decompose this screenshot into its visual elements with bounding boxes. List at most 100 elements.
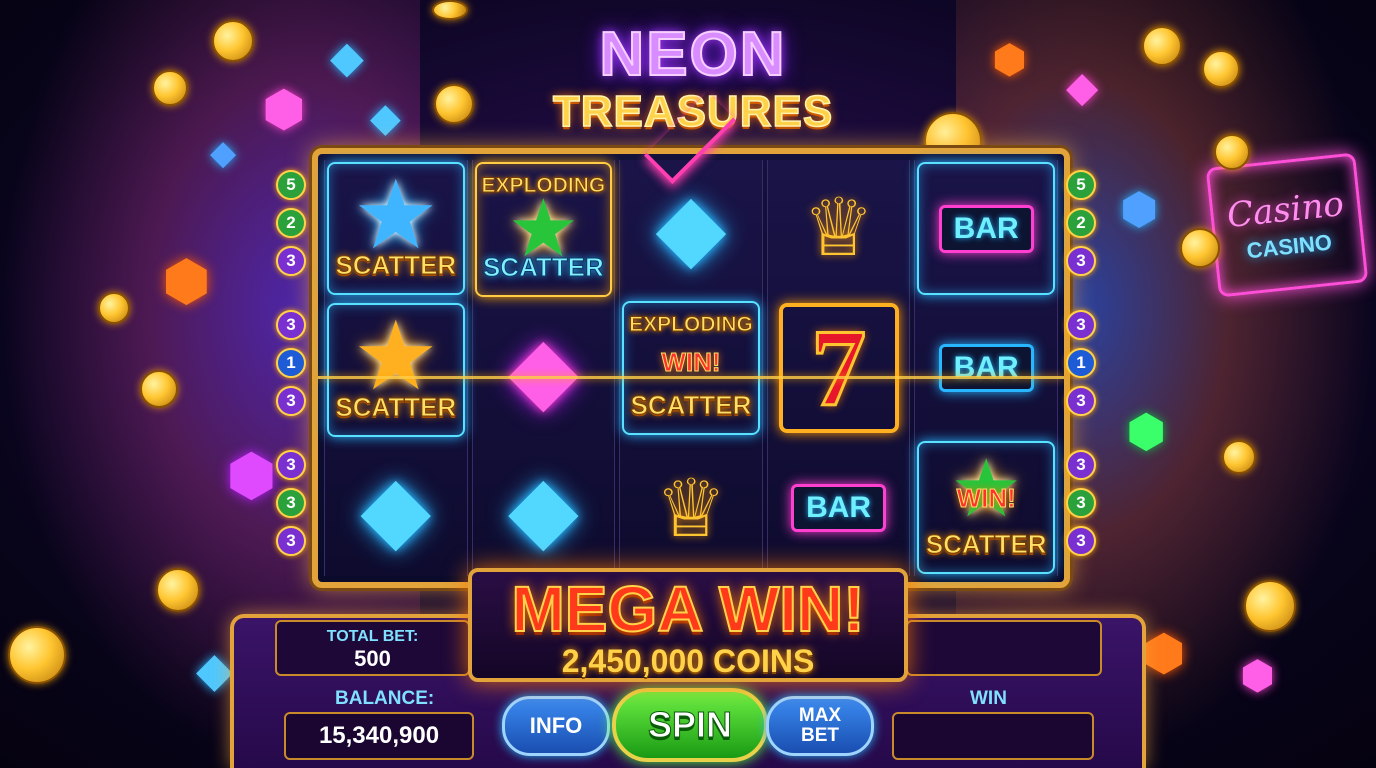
reel-cell-diamond: ◆ [475,305,613,436]
max-bet-button[interactable]: MAX BET [766,696,874,756]
right-info-box [906,620,1102,676]
reel-cell-crown: ♕ [770,162,908,294]
reel-cell-diamond: ◆ [327,445,465,574]
scatter-label: SCATTER [630,390,752,421]
reel-1: ★ SCATTER ★ SCATTER ◆ [324,160,468,576]
coin-icon [156,568,200,612]
payline-badge[interactable]: 5 [1066,170,1096,200]
blue-diamond-icon: ◆ [508,454,579,562]
payline-badge[interactable]: 3 [276,450,306,480]
reel-cell-win-scatter: ★ WIN! SCATTER [917,440,1055,574]
blue-gem-icon: ⬢ [1120,184,1159,235]
reel-cell-exploding-scatter: EXPLODING ★ SCATTER [474,162,613,297]
blue-gem-icon: ◆ [370,95,401,141]
payline-badges-right: 5 2 3 3 1 3 3 3 3 [1066,170,1100,564]
info-button[interactable]: INFO [502,696,610,756]
scatter-label: SCATTER [925,528,1047,559]
payline-badge[interactable]: 3 [1066,310,1096,340]
coin-icon [1180,228,1220,268]
blue-star-icon: ★ [352,158,439,271]
reel-cell-bar: BAR [917,303,1055,432]
payline-badge[interactable]: 3 [276,488,306,518]
payline-badge[interactable]: 2 [276,208,306,238]
coin-icon [8,626,66,684]
scatter-label: SCATTER [335,391,457,422]
reel-cell-scatter: ★ SCATTER [327,299,465,437]
orange-gem-icon: ⬢ [162,249,211,314]
reels: ★ SCATTER ★ SCATTER ◆ EXPLODING ★ SCATTE… [324,160,1058,576]
pink-diamond-icon: ◆ [508,316,579,423]
scatter-label: SCATTER [335,250,457,281]
payline-badge[interactable]: 3 [276,526,306,556]
payline-badge[interactable]: 3 [1066,488,1096,518]
seven-frame: 7 [778,303,899,433]
winning-payline [318,376,1064,379]
reel-cell-crown: ♕ [622,443,760,574]
casino-neon-sign: Casino CASINO [1205,152,1369,298]
payline-badge[interactable]: 3 [1066,246,1096,276]
max-bet-label-line1: MAX [798,705,842,726]
reel-cell-scatter: ★ SCATTER [327,158,465,296]
win-label: WIN! [956,482,1016,513]
balance-value: 15,340,900 [284,712,474,760]
coin-icon [1214,134,1250,170]
coin-icon [1244,580,1296,632]
payline-badge[interactable]: 3 [276,246,306,276]
crown-icon: ♕ [655,461,727,555]
payline-badge[interactable]: 2 [1066,208,1096,238]
casino-sign-word: CASINO [1245,229,1334,264]
coin-icon [434,84,474,124]
coin-icon [140,370,178,408]
payline-badge[interactable]: 1 [1066,348,1096,378]
payline-badge[interactable]: 3 [276,386,306,416]
reel-cell-bar: BAR [917,162,1055,296]
total-bet-display: TOTAL BET: 500 [275,620,470,676]
blue-gem-icon: ◆ [210,133,237,173]
reel-frame: ★ SCATTER ★ SCATTER ◆ EXPLODING ★ SCATTE… [312,148,1070,588]
blue-gem-icon: ◆ [330,32,364,83]
mega-win-banner: MEGA WIN! 2,450,000 COINS [468,568,908,682]
crown-icon: ♕ [802,181,875,274]
pink-gem-icon: ⬢ [1240,653,1275,699]
coin-icon [432,0,468,20]
blue-diamond-icon: ◆ [655,173,727,281]
pink-gem-icon: ⬢ [262,80,306,138]
reel-3: ◆ EXPLODING WIN! SCATTER ♕ [619,160,763,576]
orange-gem-icon: ⬢ [1142,624,1186,682]
blue-gem-icon: ◆ [196,642,233,698]
exploding-label: EXPLODING [629,312,754,336]
max-bet-label-line2: BET [800,725,839,746]
payline-badge[interactable]: 3 [276,310,306,340]
green-gem-icon: ⬢ [1126,404,1167,458]
win-value [892,712,1094,760]
spin-button[interactable]: SPIN [612,688,768,762]
payline-badge[interactable]: 3 [1066,526,1096,556]
reel-cell-diamond: ◆ [622,162,760,293]
payline-badge[interactable]: 5 [276,170,306,200]
payline-badge[interactable]: 3 [1066,386,1096,416]
scatter-label: SCATTER [482,251,604,282]
bar-symbol: BAR [938,204,1034,253]
payline-badge[interactable]: 3 [1066,450,1096,480]
balance-label: BALANCE: [335,688,435,709]
gold-star-icon: ★ [352,299,439,412]
total-bet-value: 500 [354,646,391,671]
reel-cell-bar: BAR [770,442,908,574]
reel-cell-diamond: ◆ [475,443,613,574]
total-bet-label: TOTAL BET: [326,628,419,645]
mega-win-amount: 2,450,000 COINS [561,643,815,679]
exploding-label: EXPLODING [481,174,606,198]
coin-icon [152,70,188,106]
bar-symbol: BAR [938,343,1034,392]
pink-gem-icon: ⬢ [226,441,277,509]
seven-symbol: 7 [810,307,868,429]
payline-badge[interactable]: 1 [276,348,306,378]
bar-symbol: BAR [791,484,887,532]
pink-gem-icon: ◆ [1066,62,1099,111]
casino-sign-script: Casino [1225,184,1346,237]
payline-badges-left: 5 2 3 3 1 3 3 3 3 [276,170,310,564]
blue-diamond-icon: ◆ [360,455,432,563]
win-label: WIN [970,688,1007,709]
orange-gem-icon: ⬢ [992,37,1027,83]
win-label: WIN! [661,346,721,377]
